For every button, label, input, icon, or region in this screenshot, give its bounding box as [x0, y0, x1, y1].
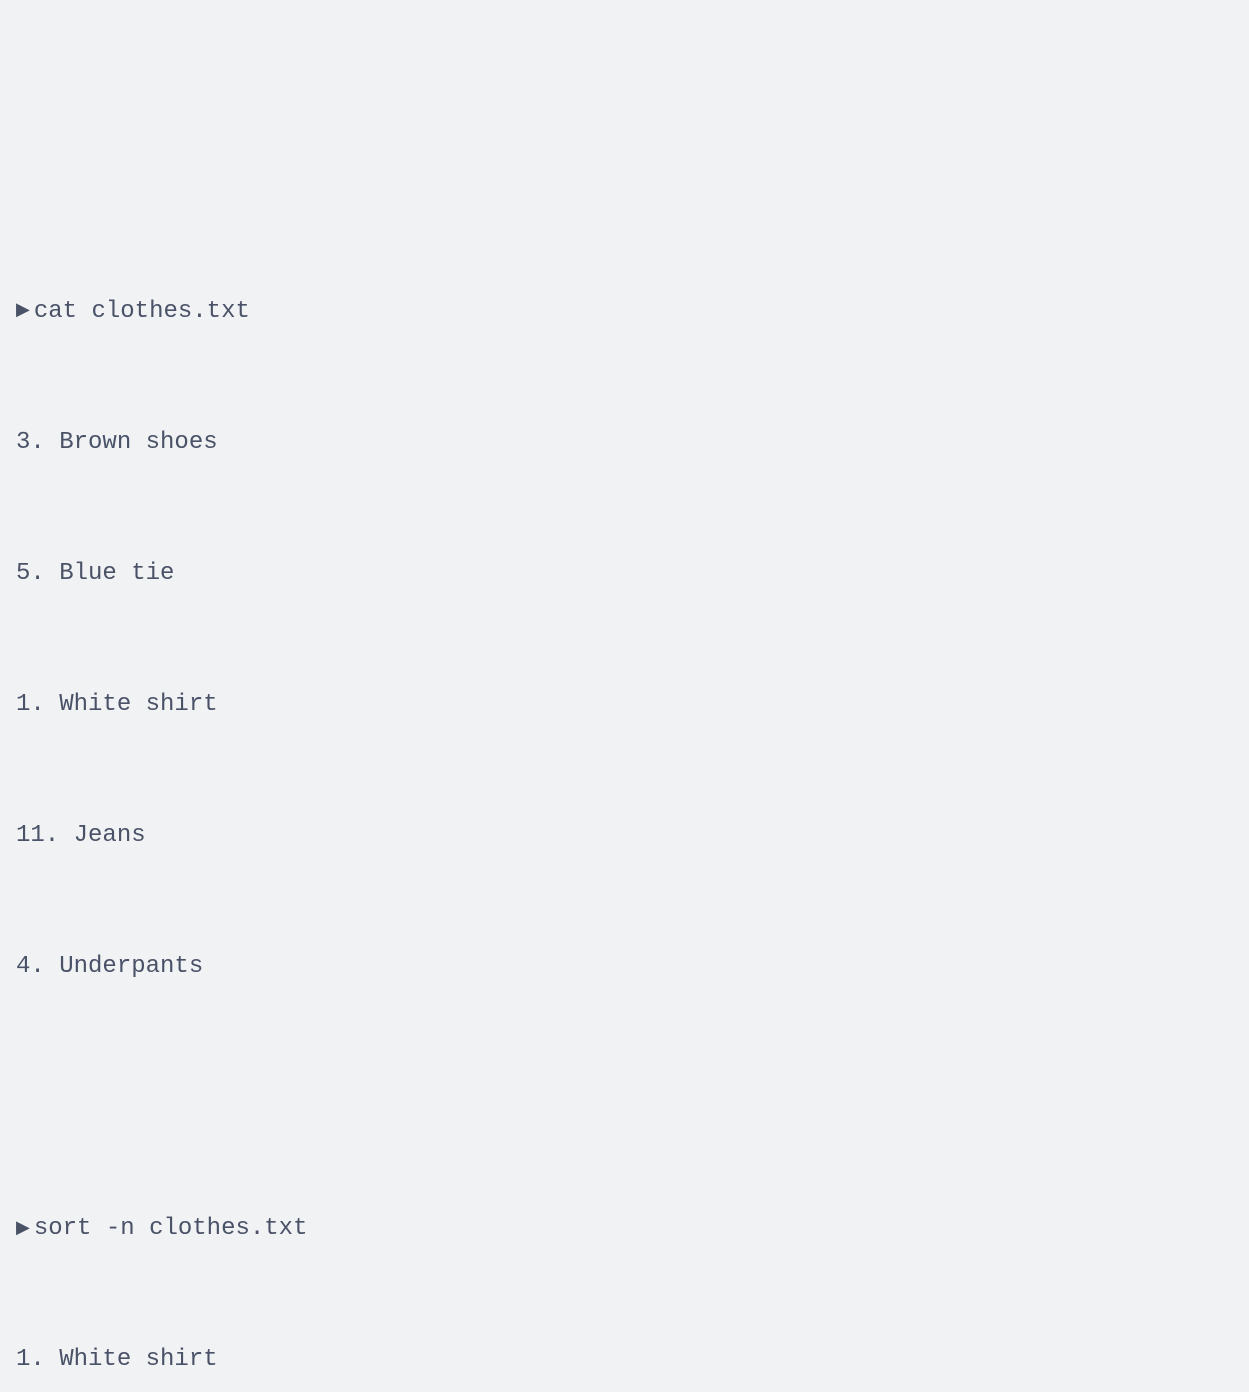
- prompt-line-1: ▶cat clothes.txt: [16, 290, 1233, 334]
- output-line: 1. White shirt: [16, 1338, 1233, 1382]
- prompt-arrow-icon: ▶: [16, 295, 30, 328]
- command-1: cat clothes.txt: [34, 290, 250, 334]
- blank-line: [16, 1076, 1233, 1120]
- command-2: sort -n clothes.txt: [34, 1207, 308, 1251]
- output-line: 4. Underpants: [16, 945, 1233, 989]
- output-line: 1. White shirt: [16, 683, 1233, 727]
- terminal-session: ▶cat clothes.txt 3. Brown shoes 5. Blue …: [16, 203, 1233, 1392]
- prompt-arrow-icon: ▶: [16, 1213, 30, 1246]
- prompt-line-2: ▶sort -n clothes.txt: [16, 1207, 1233, 1251]
- output-line: 3. Brown shoes: [16, 421, 1233, 465]
- output-line: 11. Jeans: [16, 814, 1233, 858]
- output-line: 5. Blue tie: [16, 552, 1233, 596]
